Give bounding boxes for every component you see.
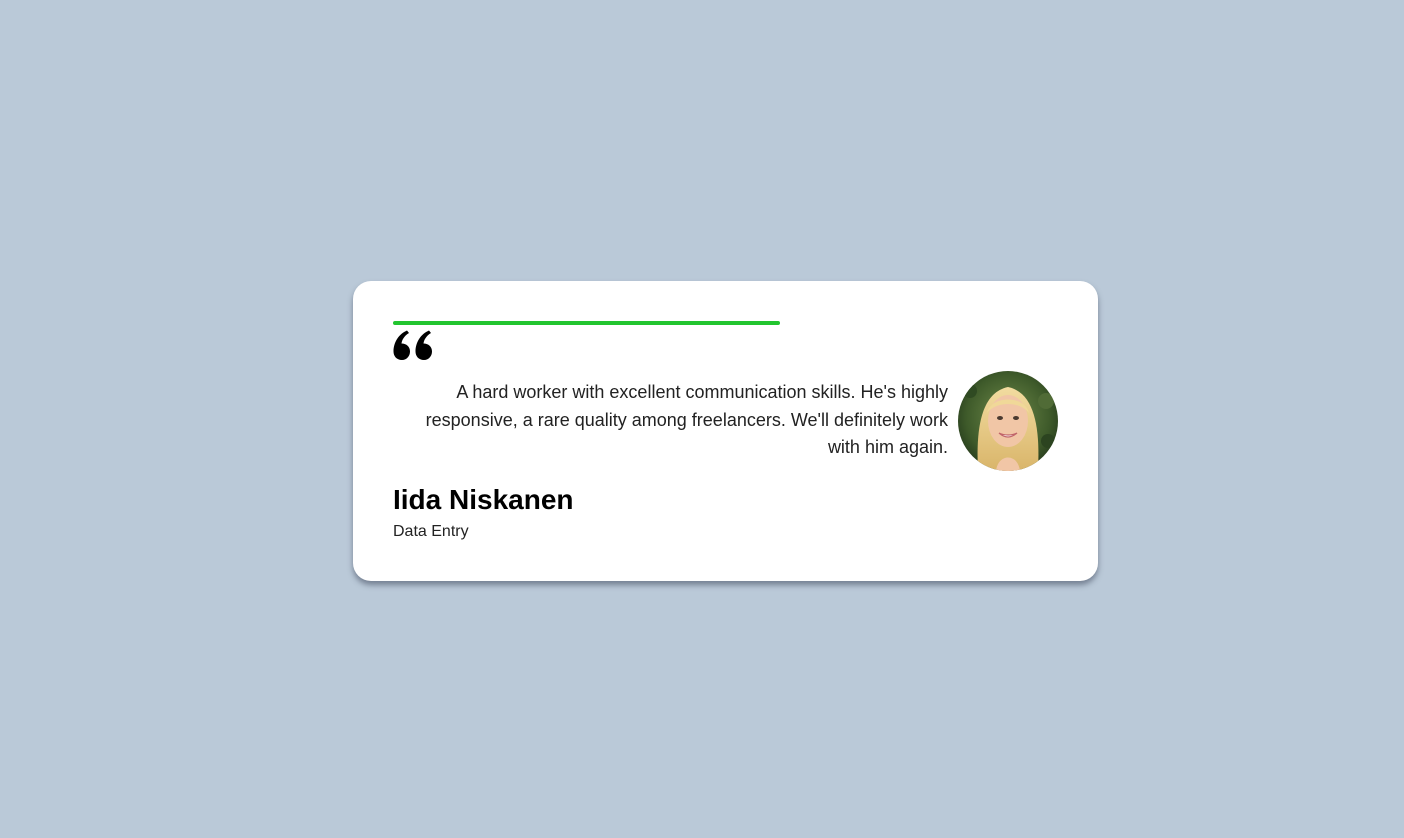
author-role: Data Entry: [393, 523, 469, 540]
testimonial-card: A hard worker with excellent communicati…: [353, 281, 1098, 581]
avatar: [958, 371, 1058, 471]
author-name: Iida Niskanen: [393, 484, 574, 515]
accent-bar: [393, 321, 780, 325]
testimonial-quote: A hard worker with excellent communicati…: [425, 382, 948, 457]
quote-icon: [393, 330, 432, 360]
